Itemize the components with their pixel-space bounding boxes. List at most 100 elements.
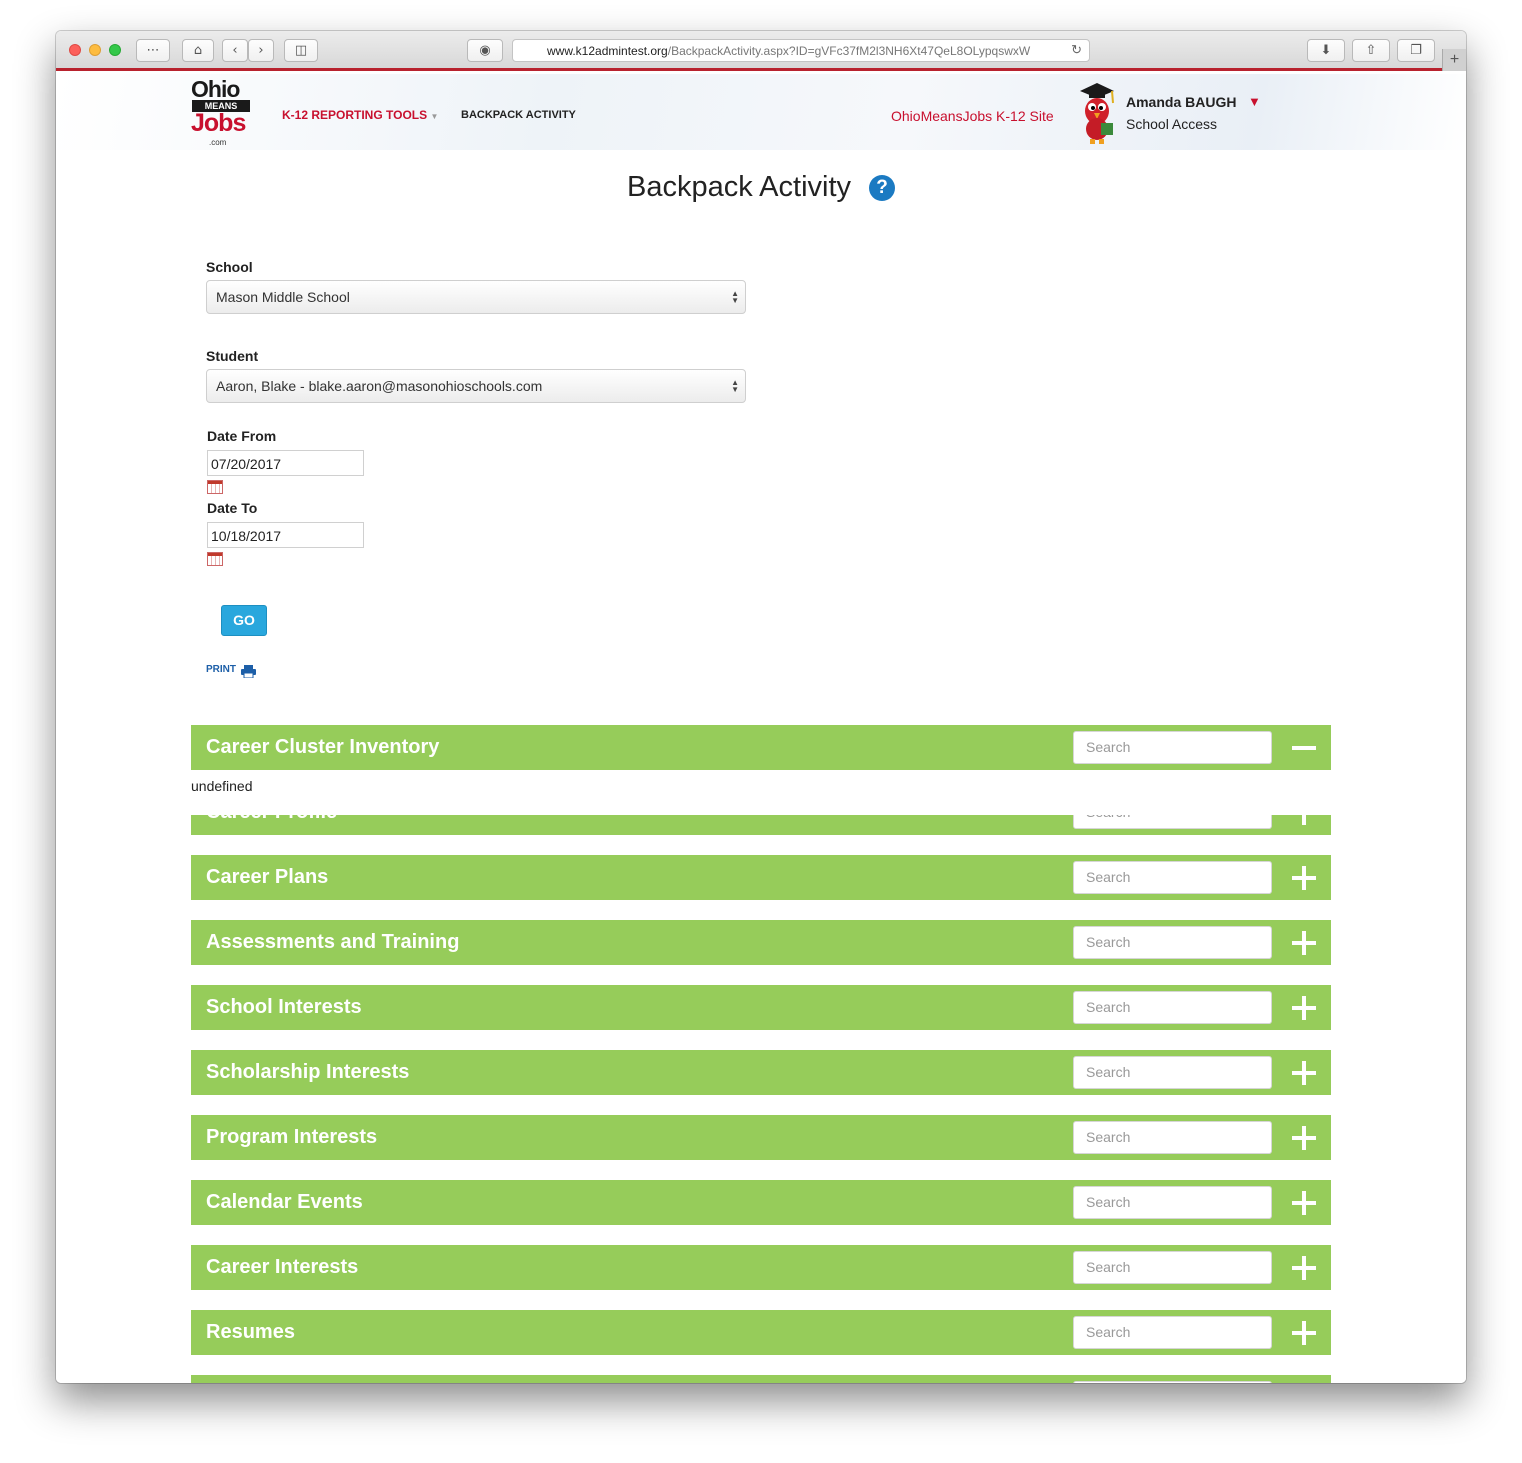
ohiomeansjobs-logo[interactable]: Ohio MEANS Jobs .com (191, 76, 257, 148)
go-button[interactable]: GO (221, 605, 267, 636)
help-icon[interactable]: ? (869, 175, 895, 201)
section-title: Resumes (206, 1321, 295, 1343)
expand-plus-icon[interactable] (1291, 1190, 1317, 1216)
section-search-input[interactable]: Search (1073, 1056, 1272, 1089)
date-from-calendar-icon[interactable] (207, 480, 223, 494)
expand-plus-icon[interactable] (1291, 1060, 1317, 1086)
section-bar[interactable]: Resumes Search (191, 1310, 1331, 1355)
section-search-input[interactable]: Search (1073, 731, 1272, 764)
school-select[interactable]: Mason Middle School ▲ ▼ (206, 280, 746, 314)
nav-k12-reporting-tools[interactable]: K-12 REPORTING TOOLS ▼ (282, 108, 438, 122)
caret-down-icon: ▼ (430, 112, 439, 121)
back-icon[interactable]: ‹ (222, 39, 248, 62)
student-label: Student (206, 348, 259, 364)
section-search-input[interactable]: Search (1073, 861, 1272, 894)
section-bar[interactable]: Career Cluster Inventory Search (191, 725, 1331, 770)
section-title: Program Interests (206, 1126, 378, 1148)
expand-plus-icon[interactable] (1291, 1255, 1317, 1281)
user-menu-caret-icon[interactable]: ▼ (1248, 94, 1261, 109)
browser-window: ⋯ ⌂ ‹ › ◫ ◉ www.k12admintest.org/Backpac… (56, 31, 1466, 1383)
section-bar-inner: Assessments and Training Search (191, 920, 1331, 965)
k12-site-link[interactable]: OhioMeansJobs K-12 Site (891, 108, 1054, 124)
expand-plus-icon[interactable] (1291, 1125, 1317, 1151)
page-title: Backpack Activity (627, 171, 852, 203)
home-icon[interactable]: ⌂ (182, 39, 214, 62)
section-bar[interactable]: Assessments and Training Search (191, 920, 1331, 965)
section-bar[interactable]: Calendar Events Search (191, 1180, 1331, 1225)
expand-plus-icon[interactable] (1291, 930, 1317, 956)
undefined-text: undefined (191, 778, 253, 794)
section-search-input[interactable]: Search (1073, 926, 1272, 959)
minimize-window-button[interactable] (89, 44, 101, 56)
url-path: /BackpackActivity.aspx?ID=gVFc37fM2l3NH6… (667, 44, 1031, 58)
toggle-bar-v (1302, 815, 1306, 825)
date-from-input[interactable]: 07/20/2017 (207, 450, 364, 476)
logo-jobs: Jobs (191, 109, 246, 137)
reload-icon[interactable]: ↻ (1071, 42, 1082, 58)
tabs-icon[interactable]: ❐ (1397, 39, 1435, 62)
section-title: Career Interests (206, 1256, 359, 1278)
section-bar[interactable]: Program Interests Search (191, 1115, 1331, 1160)
site-header: Ohio MEANS Jobs .com K-12 REPORTING TOOL… (56, 74, 1466, 150)
section-title: Career Plans (206, 866, 329, 888)
section-bar-inner: Scholarship Interests Search (191, 1050, 1331, 1095)
section-bar[interactable]: Scholarship Interests Search (191, 1050, 1331, 1095)
toggle-bar-v (1302, 1321, 1306, 1345)
section-bar[interactable]: Search (191, 1375, 1331, 1383)
toggle-bar-v (1302, 1126, 1306, 1150)
section-search-input[interactable]: Search (1073, 1121, 1272, 1154)
section-bar[interactable]: Career Profile Search (191, 815, 1331, 835)
toggle-bar-v (1302, 1256, 1306, 1280)
expand-plus-icon[interactable] (1291, 865, 1317, 891)
section-search-input[interactable]: Search (1073, 815, 1272, 829)
section-bar[interactable]: Career Interests Search (191, 1245, 1331, 1290)
nav-backpack-activity[interactable]: BACKPACK ACTIVITY (461, 109, 576, 121)
date-to-input[interactable]: 10/18/2017 (207, 522, 364, 548)
section-bar-inner: Resumes Search (191, 1310, 1331, 1355)
share-icon[interactable]: ⇧ (1352, 39, 1390, 62)
section-bar[interactable]: School Interests Search (191, 985, 1331, 1030)
expand-plus-icon[interactable] (1291, 995, 1317, 1021)
school-label: School (206, 259, 253, 275)
date-to-label: Date To (207, 500, 258, 516)
expand-plus-icon[interactable] (1291, 1320, 1317, 1346)
print-link[interactable]: PRINT (206, 664, 236, 675)
toggle-bar-v (1302, 1061, 1306, 1085)
student-select[interactable]: Aaron, Blake - blake.aaron@masonohioscho… (206, 369, 746, 403)
section-title: Scholarship Interests (206, 1061, 410, 1083)
address-bar[interactable]: www.k12admintest.org/BackpackActivity.as… (512, 39, 1090, 62)
school-select-value: Mason Middle School (216, 289, 350, 305)
apps-grid-icon[interactable]: ⋯ (136, 39, 170, 62)
sidebar-icon[interactable]: ◫ (284, 39, 318, 62)
section-title: Calendar Events (206, 1191, 363, 1213)
printer-icon[interactable] (241, 665, 256, 678)
section-search-input[interactable]: Search (1073, 1316, 1272, 1349)
extension-icon[interactable]: ◉ (467, 39, 503, 62)
cardinal-mascot-icon (1080, 83, 1114, 144)
section-search-input[interactable]: Search (1073, 1186, 1272, 1219)
section-bar-inner: Calendar Events Search (191, 1180, 1331, 1225)
nav-k12-label: K-12 REPORTING TOOLS (282, 108, 428, 122)
section-search-input[interactable]: Search (1073, 991, 1272, 1024)
select-arrows-icon: ▲ ▼ (731, 289, 739, 305)
download-icon[interactable]: ⬇ (1307, 39, 1345, 62)
forward-icon[interactable]: › (248, 39, 274, 62)
close-window-button[interactable] (69, 44, 81, 56)
web-page: Ohio MEANS Jobs .com K-12 REPORTING TOOL… (56, 74, 1466, 1383)
logo-ohio: Ohio (191, 76, 240, 102)
url-text: www.k12admintest.org/BackpackActivity.as… (547, 44, 1030, 58)
section-search-input[interactable]: Search (1073, 1381, 1272, 1383)
section-bar-inner: Career Interests Search (191, 1245, 1331, 1290)
zoom-window-button[interactable] (109, 44, 121, 56)
student-select-value: Aaron, Blake - blake.aaron@masonohioscho… (216, 378, 543, 394)
date-to-calendar-icon[interactable] (207, 552, 223, 566)
expand-plus-icon[interactable] (1291, 815, 1317, 826)
user-name[interactable]: Amanda BAUGH (1126, 94, 1236, 110)
logo-dotcom: .com (209, 138, 227, 147)
section-bar[interactable]: Career Plans Search (191, 855, 1331, 900)
url-host: www.k12admintest.org (547, 44, 668, 58)
section-title: Assessments and Training (206, 931, 460, 953)
new-tab-icon[interactable]: + (1442, 49, 1466, 71)
section-search-input[interactable]: Search (1073, 1251, 1272, 1284)
collapse-minus-icon[interactable] (1291, 735, 1317, 761)
